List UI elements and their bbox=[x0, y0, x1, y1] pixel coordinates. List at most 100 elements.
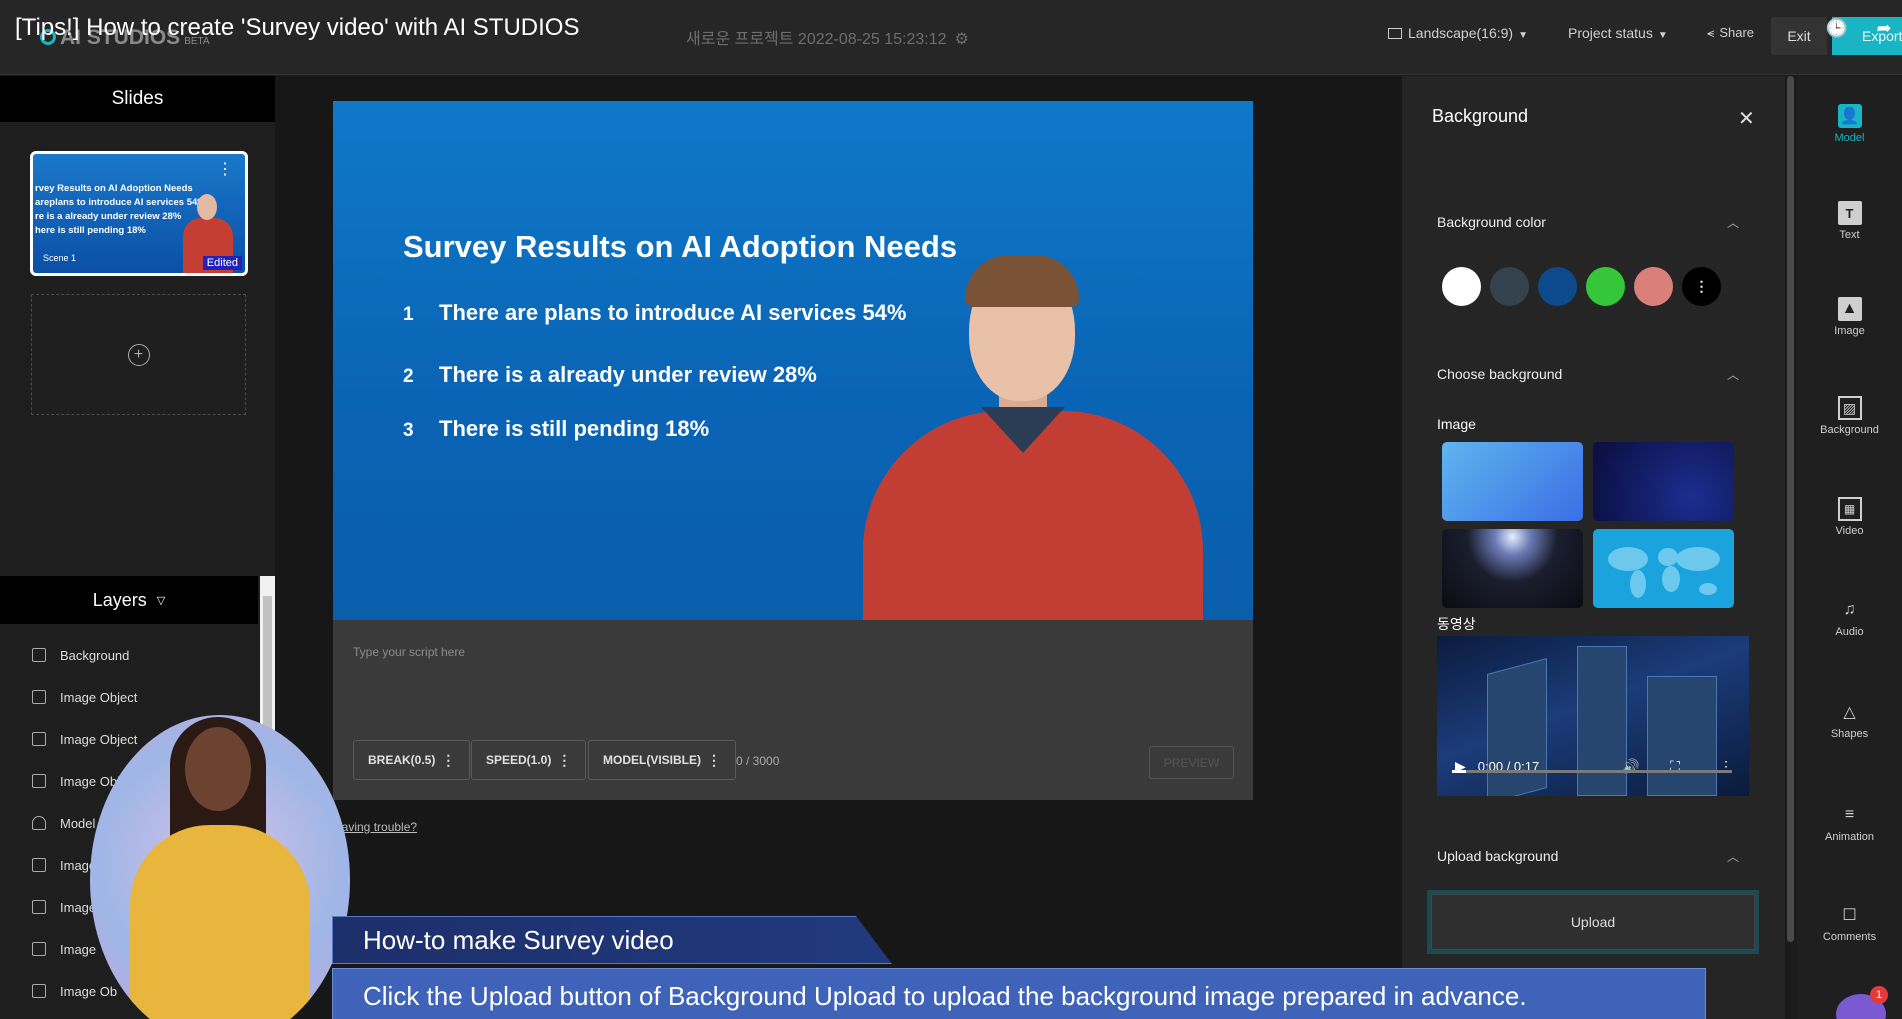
layer-item-background[interactable]: Background bbox=[32, 645, 129, 665]
slide-line[interactable]: 3 There is still pending 18% bbox=[403, 416, 709, 442]
rail-item-audio[interactable]: ♫ Audio bbox=[1797, 598, 1902, 658]
rail-item-video[interactable]: ▦ Video bbox=[1797, 497, 1902, 557]
script-editor[interactable]: Type your script here BREAK(0.5) ⋮ SPEED(… bbox=[333, 620, 1253, 800]
layer-label: Image Object bbox=[60, 689, 138, 705]
rail-item-animation[interactable]: ≡ Animation bbox=[1797, 803, 1902, 863]
slide-line[interactable]: 1 There are plans to introduce AI service… bbox=[403, 300, 906, 326]
line-number: 2 bbox=[403, 366, 414, 387]
layer-item-image-object[interactable]: Image Ob bbox=[32, 981, 117, 1001]
project-name-text: 새로운 프로젝트 2022-08-25 15:23:12 bbox=[686, 31, 947, 48]
chevron-up-icon[interactable]: ︿ bbox=[1727, 848, 1739, 865]
layer-item-image[interactable]: Image bbox=[32, 855, 96, 875]
break-label: BREAK(0.5) bbox=[368, 753, 436, 767]
background-image-dark-blue[interactable] bbox=[1593, 442, 1734, 521]
image-layer-icon bbox=[32, 858, 46, 872]
image-icon: ▲ bbox=[1837, 297, 1862, 321]
project-status-dropdown[interactable]: Project status ▼ bbox=[1568, 25, 1668, 41]
screen-icon bbox=[1388, 28, 1402, 39]
speed-button[interactable]: SPEED(1.0) ⋮ bbox=[471, 740, 587, 780]
layer-label: Image Object bbox=[60, 731, 138, 747]
aspect-ratio-label: Landscape(16:9) bbox=[1408, 25, 1514, 41]
share-label: Share bbox=[1719, 25, 1755, 40]
background-video-player[interactable]: ▶ 0:00 / 0:17 🔊 ⛶ ⋮ bbox=[1437, 636, 1749, 796]
person-icon bbox=[32, 816, 46, 830]
share-button[interactable]: ⪪ Share bbox=[1707, 25, 1754, 41]
slide-line[interactable]: 2 There is a already under review 28% bbox=[403, 362, 817, 388]
layer-item-image[interactable]: Image bbox=[32, 939, 96, 959]
audio-icon: ♫ bbox=[1843, 601, 1856, 618]
background-layer-icon bbox=[32, 648, 46, 662]
image-layer-icon bbox=[32, 732, 46, 746]
color-swatch-navy[interactable] bbox=[1538, 267, 1577, 306]
project-name[interactable]: 새로운 프로젝트 2022-08-25 15:23:12 ⚙ bbox=[686, 25, 969, 49]
model-visibility-button[interactable]: MODEL(VISIBLE) ⋮ bbox=[588, 740, 736, 780]
color-swatch-green[interactable] bbox=[1586, 267, 1625, 306]
chevron-down-icon: ▽ bbox=[156, 594, 166, 607]
layer-label: Image Ob bbox=[60, 983, 118, 999]
panel-title: Background bbox=[1432, 106, 1529, 126]
preview-button[interactable]: PREVIEW bbox=[1149, 746, 1234, 779]
upload-background-section[interactable]: Upload background bbox=[1437, 848, 1558, 864]
rail-label: Model bbox=[1834, 132, 1865, 144]
background-image-planet[interactable] bbox=[1442, 529, 1583, 608]
scrollbar-thumb[interactable] bbox=[1787, 76, 1794, 942]
gear-icon[interactable]: ⚙ bbox=[955, 31, 969, 48]
upload-button[interactable]: Upload bbox=[1431, 894, 1755, 950]
plus-circle-icon: + bbox=[127, 343, 150, 366]
rail-item-background[interactable]: ▨ Background bbox=[1797, 396, 1902, 456]
chevron-up-icon[interactable]: ︿ bbox=[1727, 366, 1739, 383]
video-progress-bar[interactable] bbox=[1452, 770, 1732, 773]
share-arrow-icon[interactable]: ➦ bbox=[1870, 14, 1898, 42]
slide-thumbnail[interactable]: rvey Results on AI Adoption Needs arepla… bbox=[30, 151, 248, 276]
image-layer-icon bbox=[32, 690, 46, 704]
layers-header[interactable]: Layers ▽ bbox=[0, 576, 258, 624]
choose-background-section[interactable]: Choose background bbox=[1437, 366, 1562, 382]
image-layer-icon bbox=[32, 984, 46, 998]
slide-title[interactable]: Survey Results on AI Adoption Needs bbox=[403, 229, 957, 265]
chevron-up-icon[interactable]: ︿ bbox=[1727, 214, 1739, 231]
layer-item-image-object[interactable]: Image Object bbox=[32, 687, 137, 707]
more-vertical-icon: ⋮ bbox=[441, 751, 456, 768]
slides-panel: Slides rvey Results on AI Adoption Needs… bbox=[0, 76, 275, 576]
layer-item-image-object[interactable]: Image Object bbox=[32, 729, 137, 749]
model-label: MODEL(VISIBLE) bbox=[603, 753, 701, 767]
video-icon: ▦ bbox=[1837, 497, 1862, 521]
slides-header: Slides bbox=[0, 76, 275, 122]
slide-canvas[interactable]: Survey Results on AI Adoption Needs 1 The… bbox=[333, 101, 1253, 620]
add-slide-button[interactable]: + bbox=[31, 294, 246, 415]
layer-label: Model bbox=[60, 815, 96, 831]
rail-item-comments[interactable]: ☐ Comments bbox=[1797, 903, 1902, 963]
background-icon: ▨ bbox=[1837, 396, 1862, 420]
color-swatch-white[interactable] bbox=[1442, 267, 1481, 306]
thumb-line: rvey Results on AI Adoption Needs bbox=[35, 183, 193, 194]
ai-model-presenter[interactable] bbox=[853, 255, 1213, 620]
layer-item-model[interactable]: Model bbox=[32, 813, 95, 833]
having-trouble-link[interactable]: Having trouble? bbox=[333, 820, 417, 834]
break-button[interactable]: BREAK(0.5) ⋮ bbox=[353, 740, 471, 780]
more-vertical-icon: ⋮ bbox=[557, 751, 572, 768]
rail-item-shapes[interactable]: △ Shapes bbox=[1797, 700, 1902, 760]
rail-item-image[interactable]: ▲ Image bbox=[1797, 297, 1902, 357]
video-progress-fill bbox=[1452, 770, 1466, 773]
background-panel-scrollbar[interactable] bbox=[1785, 76, 1797, 1019]
background-color-section[interactable]: Background color bbox=[1437, 214, 1546, 230]
aspect-ratio-dropdown[interactable]: Landscape(16:9) ▼ bbox=[1388, 25, 1528, 41]
script-placeholder[interactable]: Type your script here bbox=[353, 645, 465, 659]
clock-icon[interactable]: 🕒 bbox=[1823, 14, 1851, 42]
rail-label: Video bbox=[1835, 525, 1864, 537]
more-vertical-icon[interactable]: ⋮ bbox=[217, 162, 233, 178]
video-label: 동영상 bbox=[1437, 616, 1476, 632]
rail-item-text[interactable]: T Text bbox=[1797, 201, 1902, 261]
color-swatch-salmon[interactable] bbox=[1634, 267, 1673, 306]
share-icon: ⪪ bbox=[1707, 25, 1715, 40]
more-colors-button[interactable]: ⋮ bbox=[1682, 267, 1721, 306]
close-icon[interactable]: ✕ bbox=[1738, 106, 1755, 131]
caret-down-icon: ▼ bbox=[1657, 30, 1668, 41]
layer-item-image[interactable]: Image bbox=[32, 897, 96, 917]
color-swatch-slate[interactable] bbox=[1490, 267, 1529, 306]
background-image-blue-gradient[interactable] bbox=[1442, 442, 1583, 521]
notification-badge: 1 bbox=[1870, 986, 1888, 1004]
rail-item-model[interactable]: 👤 Model bbox=[1797, 104, 1902, 164]
exit-button[interactable]: Exit bbox=[1771, 17, 1827, 55]
background-image-world-map[interactable] bbox=[1593, 529, 1734, 608]
